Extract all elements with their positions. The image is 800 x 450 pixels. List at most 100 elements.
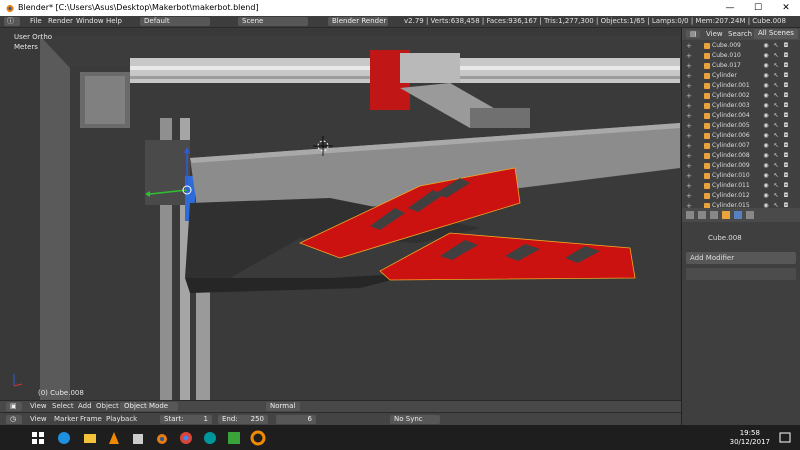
chrome-icon[interactable] <box>178 430 194 446</box>
blender-taskbar-icon[interactable] <box>154 430 170 446</box>
visibility-eye-icon[interactable]: ◉ <box>762 182 770 190</box>
timeline-menu-view[interactable]: View <box>30 415 47 423</box>
render-camera-icon[interactable]: ◘ <box>782 142 790 150</box>
render-camera-icon[interactable]: ◘ <box>782 62 790 70</box>
outliner-item[interactable]: + Cylinder.012 ◉ ↖ ◘ <box>682 191 794 201</box>
render-camera-icon[interactable]: ◘ <box>782 92 790 100</box>
app-icon[interactable] <box>226 430 242 446</box>
outliner-item[interactable]: + Cylinder.011 ◉ ↖ ◘ <box>682 181 794 191</box>
editor-type-icon[interactable]: ⓘ <box>4 17 20 26</box>
visibility-eye-icon[interactable]: ◉ <box>762 62 770 70</box>
display-mode-selector[interactable]: All Scenes <box>754 29 798 39</box>
outliner-search-menu[interactable]: Search <box>728 30 752 38</box>
selectable-arrow-icon[interactable]: ↖ <box>772 162 780 170</box>
outliner-item[interactable]: + Cube.009 ◉ ↖ ◘ <box>682 41 794 51</box>
menu-select[interactable]: Select <box>52 402 74 410</box>
scene-selector[interactable]: Scene <box>238 17 308 26</box>
expand-icon[interactable]: + <box>686 51 692 61</box>
outliner-item[interactable]: + Cylinder.009 ◉ ↖ ◘ <box>682 161 794 171</box>
timeline-menu-frame[interactable]: Frame <box>80 415 102 423</box>
selectable-arrow-icon[interactable]: ↖ <box>772 152 780 160</box>
render-camera-icon[interactable]: ◘ <box>782 82 790 90</box>
mode-selector[interactable]: Object Mode <box>120 402 178 411</box>
editor-type-3dview[interactable]: ▣ <box>6 402 22 411</box>
outliner-item[interactable]: + Cylinder.003 ◉ ↖ ◘ <box>682 101 794 111</box>
file-explorer-icon[interactable] <box>82 430 98 446</box>
close-button[interactable]: ✕ <box>772 0 800 16</box>
scene-tab-icon[interactable] <box>698 211 706 219</box>
expand-icon[interactable]: + <box>686 111 692 121</box>
outliner-item[interactable]: + Cube.017 ◉ ↖ ◘ <box>682 61 794 71</box>
visibility-eye-icon[interactable]: ◉ <box>762 152 770 160</box>
render-camera-icon[interactable]: ◘ <box>782 72 790 80</box>
windows-start-icon[interactable] <box>30 430 46 446</box>
expand-icon[interactable]: + <box>686 191 692 201</box>
menu-help[interactable]: Help <box>106 17 122 25</box>
menu-add[interactable]: Add <box>78 402 92 410</box>
render-engine-selector[interactable]: Blender Render <box>328 17 388 26</box>
outliner-item[interactable]: + Cylinder ◉ ↖ ◘ <box>682 71 794 81</box>
visibility-eye-icon[interactable]: ◉ <box>762 122 770 130</box>
shading-selector[interactable]: Normal <box>266 402 300 411</box>
add-modifier-button[interactable]: Add Modifier <box>686 252 796 264</box>
expand-icon[interactable]: + <box>686 131 692 141</box>
selectable-arrow-icon[interactable]: ↖ <box>772 62 780 70</box>
start-frame-field[interactable]: Start: 1 <box>160 415 212 424</box>
selectable-arrow-icon[interactable]: ↖ <box>772 92 780 100</box>
object-tab-icon[interactable] <box>722 211 730 219</box>
outliner-item[interactable]: + Cylinder.007 ◉ ↖ ◘ <box>682 141 794 151</box>
render-camera-icon[interactable]: ◘ <box>782 182 790 190</box>
menu-file[interactable]: File <box>30 17 42 25</box>
expand-icon[interactable]: + <box>686 41 692 51</box>
selectable-arrow-icon[interactable]: ↖ <box>772 182 780 190</box>
visibility-eye-icon[interactable]: ◉ <box>762 172 770 180</box>
selectable-arrow-icon[interactable]: ↖ <box>772 192 780 200</box>
render-camera-icon[interactable]: ◘ <box>782 152 790 160</box>
render-camera-icon[interactable]: ◘ <box>782 52 790 60</box>
selectable-arrow-icon[interactable]: ↖ <box>772 122 780 130</box>
visibility-eye-icon[interactable]: ◉ <box>762 192 770 200</box>
end-frame-field[interactable]: End: 250 <box>218 415 268 424</box>
outliner-item[interactable]: + Cylinder.015 ◉ ↖ ◘ <box>682 201 794 208</box>
edge-browser-icon[interactable] <box>56 430 72 446</box>
render-camera-icon[interactable]: ◘ <box>782 122 790 130</box>
outliner-item[interactable]: + Cylinder.006 ◉ ↖ ◘ <box>682 131 794 141</box>
menu-view[interactable]: View <box>30 402 47 410</box>
expand-icon[interactable]: + <box>686 181 692 191</box>
expand-icon[interactable]: + <box>686 91 692 101</box>
visibility-eye-icon[interactable]: ◉ <box>762 142 770 150</box>
cura-icon[interactable] <box>250 430 266 446</box>
selectable-arrow-icon[interactable]: ↖ <box>772 82 780 90</box>
menu-window[interactable]: Window <box>76 17 104 25</box>
store-icon[interactable] <box>130 430 146 446</box>
expand-icon[interactable]: + <box>686 171 692 181</box>
menu-render[interactable]: Render <box>48 17 73 25</box>
current-frame-field[interactable]: 6 <box>276 415 316 424</box>
outliner-item[interactable]: + Cylinder.005 ◉ ↖ ◘ <box>682 121 794 131</box>
menu-object[interactable]: Object <box>96 402 119 410</box>
taskbar-clock[interactable]: 19:58 30/12/2017 <box>730 429 770 447</box>
selectable-arrow-icon[interactable]: ↖ <box>772 112 780 120</box>
render-camera-icon[interactable]: ◘ <box>782 112 790 120</box>
selectable-arrow-icon[interactable]: ↖ <box>772 72 780 80</box>
selectable-arrow-icon[interactable]: ↖ <box>772 142 780 150</box>
outliner-item[interactable]: + Cylinder.002 ◉ ↖ ◘ <box>682 91 794 101</box>
outliner-item[interactable]: + Cube.010 ◉ ↖ ◘ <box>682 51 794 61</box>
selectable-arrow-icon[interactable]: ↖ <box>772 132 780 140</box>
sync-selector[interactable]: No Sync <box>390 415 440 424</box>
visibility-eye-icon[interactable]: ◉ <box>762 162 770 170</box>
expand-icon[interactable]: + <box>686 61 692 71</box>
render-camera-icon[interactable]: ◘ <box>782 162 790 170</box>
visibility-eye-icon[interactable]: ◉ <box>762 112 770 120</box>
selectable-arrow-icon[interactable]: ↖ <box>772 52 780 60</box>
visibility-eye-icon[interactable]: ◉ <box>762 82 770 90</box>
maximize-button[interactable]: ☐ <box>744 0 772 16</box>
visibility-eye-icon[interactable]: ◉ <box>762 92 770 100</box>
editor-type-timeline[interactable]: ◷ <box>6 415 22 424</box>
render-camera-icon[interactable]: ◘ <box>782 192 790 200</box>
timeline-menu-playback[interactable]: Playback <box>106 415 137 423</box>
outliner-view-menu[interactable]: View <box>706 30 723 38</box>
outliner-item[interactable]: + Cylinder.010 ◉ ↖ ◘ <box>682 171 794 181</box>
modifier-stack[interactable] <box>686 268 796 280</box>
visibility-eye-icon[interactable]: ◉ <box>762 132 770 140</box>
